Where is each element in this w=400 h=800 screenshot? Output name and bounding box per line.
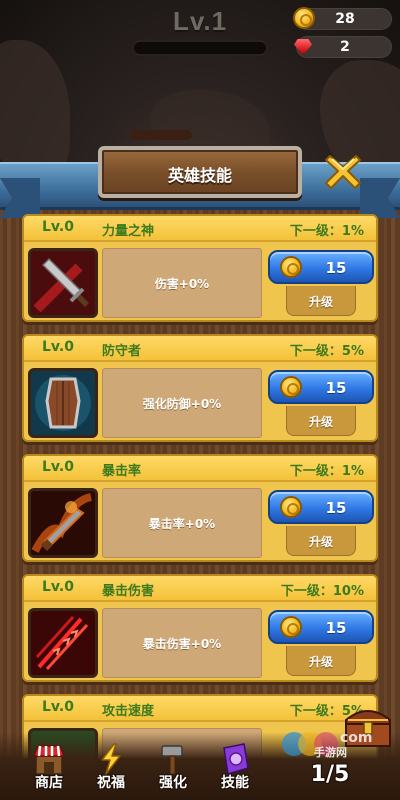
effect-label: 暴击伤害 [142, 637, 191, 651]
nav-label: 商店 [35, 775, 63, 791]
skill-name: 暴击伤害 [102, 584, 155, 599]
nav-label: 祝福 [97, 775, 125, 791]
skill-effect-box: 暴击伤害+0% [102, 608, 262, 678]
next-level-bonus: 下一级：5% [289, 344, 364, 359]
upgrade-cost: 15 [325, 619, 347, 637]
next-level-bonus: 下一级：10% [280, 584, 364, 599]
skill-card: Lv.0 暴击率 下一级：1% 暴击率+0% 15 升级 [22, 454, 378, 562]
panel-title-plaque: 英雄技能 [98, 146, 302, 198]
upgrade-cost: 15 [325, 379, 347, 397]
lightning-icon [94, 742, 128, 776]
skill-card: Lv.0 力量之神 下一级：1% 伤害+0% 15 升级 [22, 214, 378, 322]
upgrade-button[interactable]: 升级 [286, 646, 356, 676]
upgrade-cost-button[interactable]: 15 [268, 490, 374, 524]
skill-name: 攻击速度 [102, 704, 155, 719]
panel-title: 英雄技能 [167, 166, 232, 185]
page-indicator: 1/5 [310, 762, 350, 787]
effect-value: +0% [178, 277, 210, 291]
hammer-icon [156, 742, 190, 776]
nav-enhance[interactable]: 强化 [144, 742, 202, 798]
effect-value: +0% [184, 517, 216, 531]
nav-label: 强化 [159, 775, 187, 791]
coin-icon [280, 376, 302, 398]
watermark-text: 手游网 [314, 746, 347, 759]
nav-skills[interactable]: 技能 [206, 742, 264, 798]
upgrade-cost-button[interactable]: 15 [268, 370, 374, 404]
sword-icon [28, 248, 98, 318]
upgrade-button[interactable]: 升级 [286, 286, 356, 316]
gem-counter: 2 [296, 36, 392, 58]
nav-label: 技能 [221, 775, 249, 791]
nav-shop[interactable]: 商店 [20, 742, 78, 798]
close-icon[interactable] [322, 150, 364, 192]
effect-label: 伤害 [154, 277, 179, 291]
watermark-domain: com [340, 730, 373, 746]
skill-card: Lv.0 暴击伤害 下一级：10% 暴击伤害+0% 15 升级 [22, 574, 378, 682]
skill-name: 防守者 [102, 344, 142, 359]
skill-name: 暴击率 [102, 464, 142, 479]
skill-card: Lv.0 防守者 下一级：5% 强化防御+0% 15 升级 [22, 334, 378, 442]
upgrade-cost-button[interactable]: 15 [268, 250, 374, 284]
upgrade-cost: 15 [325, 499, 347, 517]
shield-icon [28, 368, 98, 438]
skill-level: Lv.0 [42, 699, 74, 715]
gem-count: 2 [340, 39, 350, 55]
flaming-sword-icon [28, 488, 98, 558]
claw-slash-icon [28, 608, 98, 678]
skill-effect-box: 暴击率+0% [102, 488, 262, 558]
xp-progress-bar [132, 40, 268, 56]
upgrade-cost-button[interactable]: 15 [268, 610, 374, 644]
upgrade-button[interactable]: 升级 [286, 406, 356, 436]
effect-label: 强化防御 [142, 397, 191, 411]
skill-level: Lv.0 [42, 339, 74, 355]
next-level-bonus: 下一级：1% [289, 464, 364, 479]
upgrade-cost: 15 [325, 259, 347, 277]
effect-label: 暴击率 [148, 517, 185, 531]
skill-effect-box: 强化防御+0% [102, 368, 262, 438]
effect-value: +0% [190, 637, 222, 651]
skill-level: Lv.0 [42, 579, 74, 595]
skill-book-icon [218, 742, 252, 776]
next-level-bonus: 下一级：1% [289, 224, 364, 239]
coin-icon [280, 496, 302, 518]
shop-icon [32, 742, 66, 776]
skill-level: Lv.0 [42, 219, 74, 235]
upgrade-button[interactable]: 升级 [286, 526, 356, 556]
skill-level: Lv.0 [42, 459, 74, 475]
coin-icon [293, 7, 315, 29]
nav-blessing[interactable]: 祝福 [82, 742, 140, 798]
small-progress-bar [130, 130, 192, 140]
coin-icon [280, 256, 302, 278]
coin-icon [280, 616, 302, 638]
skill-effect-box: 伤害+0% [102, 248, 262, 318]
skill-name: 力量之神 [102, 224, 155, 239]
effect-value: +0% [190, 397, 222, 411]
watermark-logo: 手游网 com [280, 726, 380, 760]
